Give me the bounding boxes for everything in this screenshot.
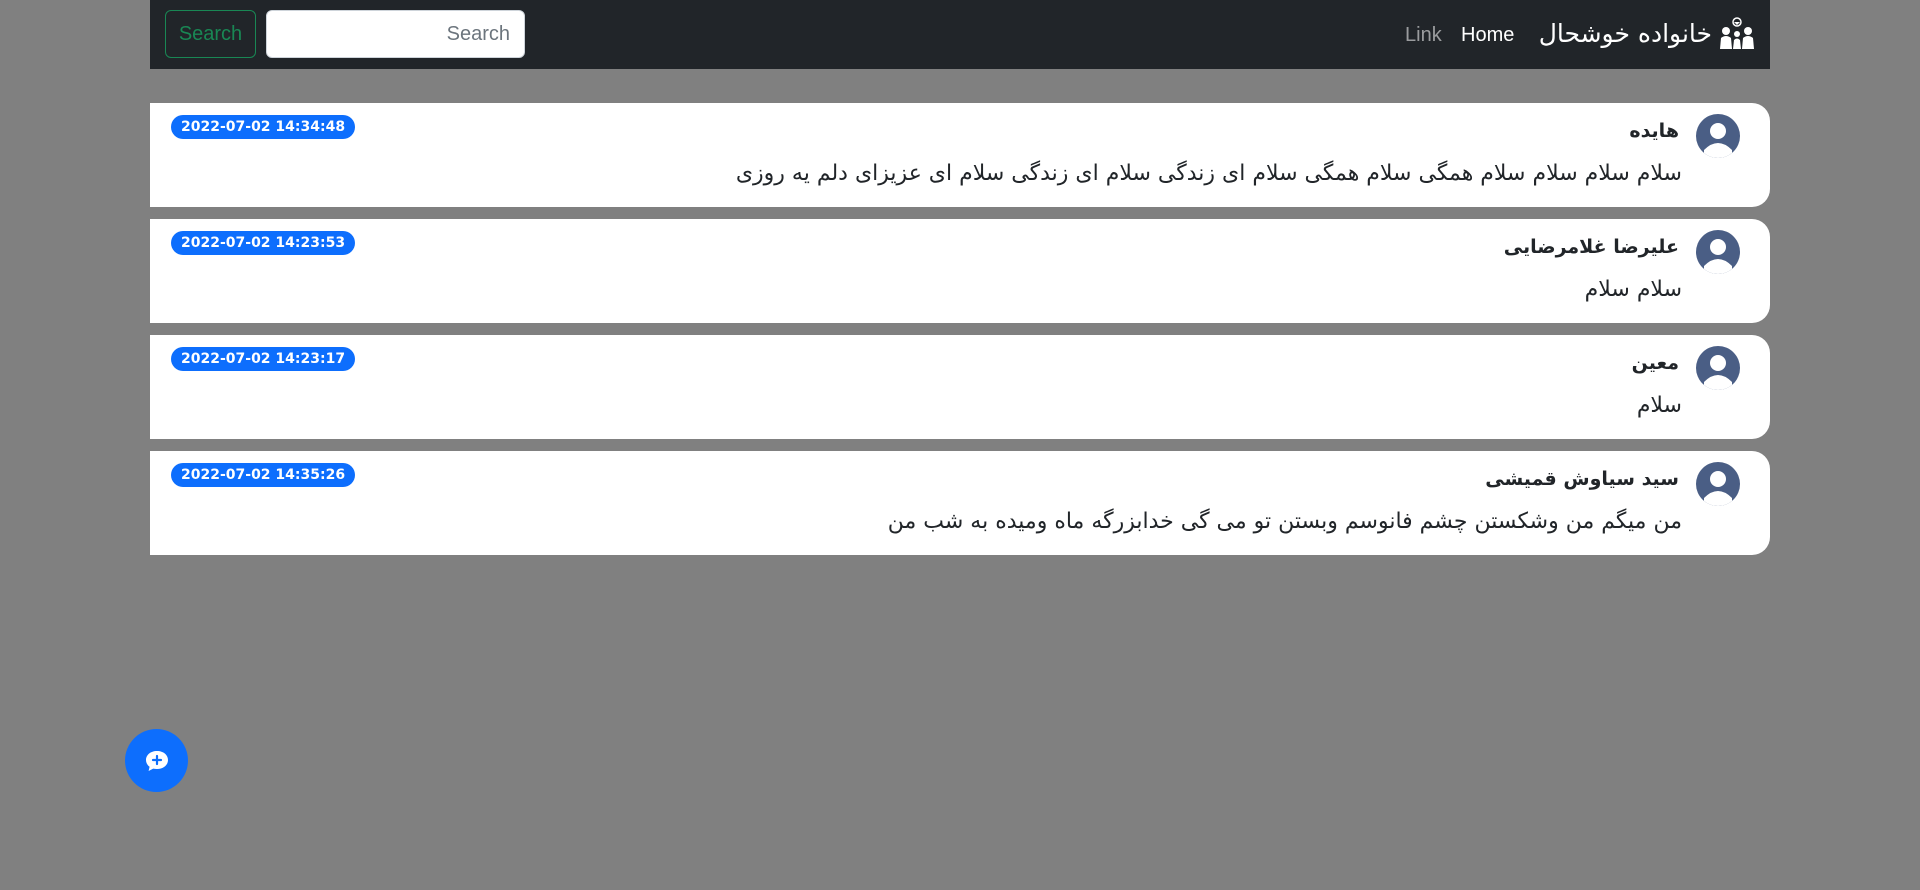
search-button[interactable]: Search bbox=[165, 10, 256, 58]
message-author: علیرضا غلامرضایی bbox=[1503, 236, 1679, 258]
message-text: من میگم من وشکستن چشم فانوسم وبستن تو می… bbox=[887, 509, 1682, 534]
message-card: علیرضا غلامرضایی سلام سلام 2022-07-02 14… bbox=[150, 219, 1770, 323]
timestamp-badge: 2022-07-02 14:23:53 bbox=[171, 231, 356, 255]
new-message-button[interactable] bbox=[125, 729, 188, 792]
user-avatar-icon bbox=[1696, 230, 1740, 274]
message-text: سلام سلام bbox=[1584, 277, 1682, 302]
message-author: هایده bbox=[1629, 120, 1679, 142]
message-card: هایده سلام سلام سلام سلام همگی سلام همگی… bbox=[150, 103, 1770, 207]
user-avatar-icon bbox=[1696, 462, 1740, 506]
message-card: سید سیاوش قمیشی من میگم من وشکستن چشم فا… bbox=[150, 451, 1770, 555]
message-text: سلام سلام سلام سلام همگی سلام همگی سلام … bbox=[735, 161, 1682, 186]
nav-link-home[interactable]: Home bbox=[1461, 22, 1514, 48]
navbar-brand[interactable]: خانواده خوشحال bbox=[1539, 17, 1756, 51]
family-icon bbox=[1720, 17, 1754, 49]
timestamp-badge: 2022-07-02 14:23:17 bbox=[171, 347, 356, 371]
top-navbar: Search Link Home خانواده خوشحال bbox=[150, 0, 1770, 69]
user-avatar-icon bbox=[1696, 114, 1740, 158]
chat-plus-icon bbox=[145, 750, 168, 771]
message-author: معین bbox=[1631, 352, 1679, 374]
timestamp-badge: 2022-07-02 14:35:26 bbox=[171, 463, 356, 487]
message-author: سید سیاوش قمیشی bbox=[1485, 468, 1679, 490]
brand-title: خانواده خوشحال bbox=[1538, 19, 1712, 48]
search-input[interactable] bbox=[266, 10, 525, 58]
timestamp-badge: 2022-07-02 14:34:48 bbox=[171, 115, 356, 139]
nav-link-link[interactable]: Link bbox=[1405, 22, 1442, 48]
message-text: سلام bbox=[1636, 393, 1682, 418]
user-avatar-icon bbox=[1696, 346, 1740, 390]
message-card: معین سلام 2022-07-02 14:23:17 bbox=[150, 335, 1770, 439]
